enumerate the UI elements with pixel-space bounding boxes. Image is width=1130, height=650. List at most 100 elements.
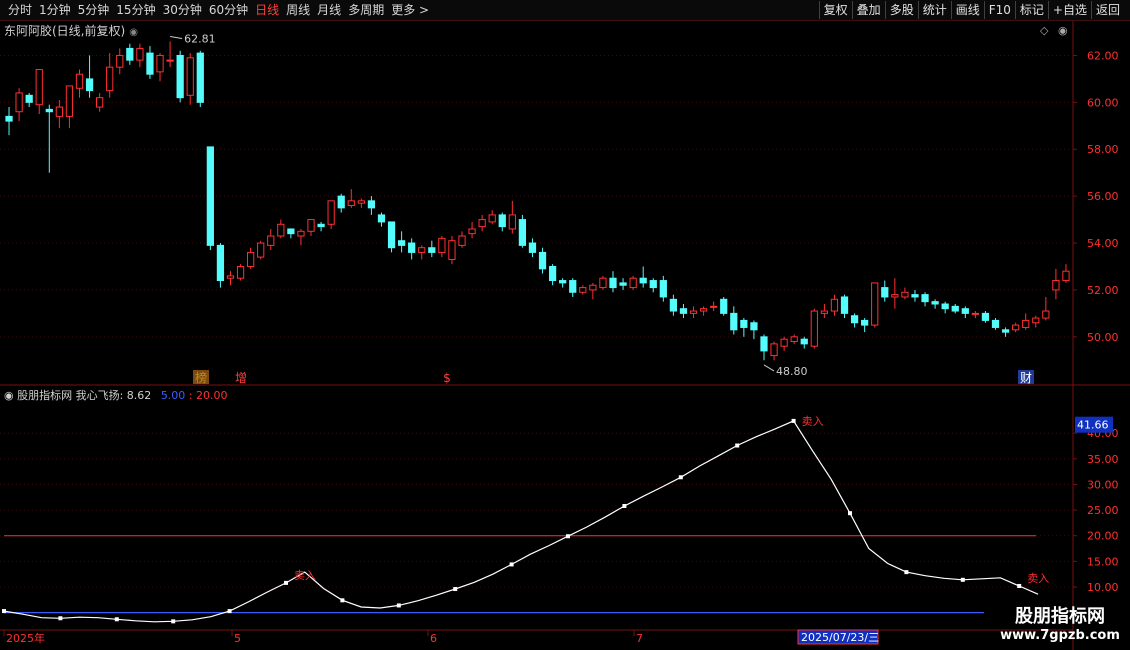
indicator-line bbox=[3, 420, 1039, 623]
price-tick-label: 52.00 bbox=[1087, 284, 1119, 297]
indicator-point bbox=[227, 609, 232, 614]
sell-label: 卖入 bbox=[802, 415, 824, 428]
candle-body bbox=[971, 312, 979, 315]
candle-body bbox=[45, 108, 53, 113]
candle-body bbox=[790, 336, 798, 343]
candle-body bbox=[508, 214, 516, 230]
price-tick-label: 54.00 bbox=[1087, 237, 1119, 250]
current-value-label: 41.66 bbox=[1077, 419, 1109, 432]
candle-body bbox=[337, 195, 345, 209]
indicator-point bbox=[960, 577, 965, 582]
indicator-value: 我心飞扬: 8.62 bbox=[75, 389, 152, 402]
indicator-point bbox=[114, 617, 119, 622]
candle-body bbox=[559, 280, 567, 284]
candle-body bbox=[770, 343, 778, 357]
indicator-point bbox=[566, 534, 570, 539]
candle-body bbox=[548, 265, 557, 282]
candle-body bbox=[216, 244, 225, 282]
candle-body bbox=[146, 52, 154, 75]
candle-body bbox=[528, 242, 537, 253]
candle-body bbox=[428, 247, 436, 253]
candle-body bbox=[961, 308, 969, 314]
candle-body bbox=[901, 291, 909, 298]
candle-body bbox=[186, 57, 194, 96]
low-label: 48.80 bbox=[776, 365, 808, 378]
candle-body bbox=[478, 219, 486, 228]
candle-body bbox=[498, 214, 506, 228]
candle-body bbox=[861, 319, 869, 326]
x-tick-label: 6 bbox=[430, 632, 437, 645]
candle-body bbox=[599, 277, 607, 289]
candle-body bbox=[236, 265, 245, 279]
indicator-point bbox=[396, 603, 401, 608]
sell-label: 卖入 bbox=[1027, 572, 1049, 585]
indicator-tick-label: 15.00 bbox=[1087, 555, 1119, 568]
candle-body bbox=[710, 305, 718, 308]
chart[interactable]: 50.00 52.00 54.00 56.00 58.00 60.00 62.00 62.81… bbox=[0, 0, 1130, 650]
candle-body bbox=[830, 298, 839, 312]
candle-body bbox=[850, 315, 859, 324]
candle-body bbox=[538, 251, 547, 270]
candle-body bbox=[297, 230, 305, 237]
price-tick-label: 56.00 bbox=[1087, 190, 1119, 203]
indicator-point bbox=[340, 598, 345, 603]
indicator-tick-label: 20.00 bbox=[1087, 530, 1119, 543]
candle-body bbox=[931, 301, 939, 305]
watermark-title: 股朋指标网 bbox=[1015, 606, 1105, 627]
candle-body bbox=[941, 303, 949, 310]
candle-body bbox=[1032, 317, 1040, 324]
x-tick-label: 7 bbox=[636, 632, 643, 645]
candle-body bbox=[881, 287, 889, 298]
candle-body bbox=[458, 235, 466, 246]
candle-body bbox=[35, 69, 43, 106]
candle-body bbox=[569, 280, 577, 293]
candle-body bbox=[397, 240, 406, 246]
candle-body bbox=[226, 275, 235, 279]
candle-body bbox=[1052, 280, 1060, 291]
candle-body bbox=[257, 242, 265, 258]
candle-body bbox=[96, 97, 104, 108]
candle-body bbox=[367, 200, 376, 209]
candle-body bbox=[85, 78, 94, 92]
candle-body bbox=[1022, 319, 1030, 328]
indicator-point bbox=[791, 418, 796, 423]
candle-body bbox=[689, 310, 698, 314]
candle-body bbox=[468, 228, 476, 235]
indicator-point bbox=[848, 511, 852, 516]
candle-body bbox=[951, 305, 959, 312]
candle-body bbox=[669, 298, 678, 312]
candle-body bbox=[166, 59, 174, 62]
event-marker: 增 bbox=[235, 371, 247, 385]
candle-body bbox=[609, 277, 617, 289]
event-marker: 榜 bbox=[195, 370, 207, 385]
candle-body bbox=[25, 94, 33, 103]
candle-body bbox=[820, 310, 829, 314]
candle-body bbox=[639, 277, 647, 284]
candle-body bbox=[649, 280, 657, 289]
candle-body bbox=[760, 336, 768, 352]
indicator-tick-label: 10.00 bbox=[1087, 581, 1119, 594]
candle-body bbox=[377, 214, 386, 223]
candle-body bbox=[720, 298, 728, 314]
candle-body bbox=[387, 221, 396, 249]
candle-body bbox=[196, 52, 204, 103]
candle-body bbox=[1012, 324, 1020, 331]
indicator-point bbox=[58, 616, 63, 621]
low-pointer bbox=[763, 364, 775, 372]
candle-body bbox=[891, 294, 899, 298]
high-label: 62.81 bbox=[184, 32, 216, 45]
chevron-down-icon[interactable]: ◉ bbox=[4, 389, 14, 402]
candle-body bbox=[800, 338, 808, 345]
candle-body bbox=[659, 280, 667, 298]
candle-body bbox=[1001, 329, 1010, 333]
indicator-point bbox=[1017, 583, 1022, 588]
candle-body bbox=[991, 319, 1000, 328]
cursor-date-label: 2025/07/23/三 bbox=[801, 631, 879, 644]
indicator-title[interactable]: ◉ 股朋指标网 我心飞扬: 8.62 5.00 : 20.00 bbox=[4, 387, 228, 403]
event-marker: 财 bbox=[1020, 371, 1032, 385]
candle-body bbox=[810, 310, 818, 347]
candle-body bbox=[55, 106, 63, 117]
candle-body bbox=[156, 54, 164, 73]
candle-body bbox=[871, 282, 879, 326]
indicator-point bbox=[453, 587, 458, 592]
